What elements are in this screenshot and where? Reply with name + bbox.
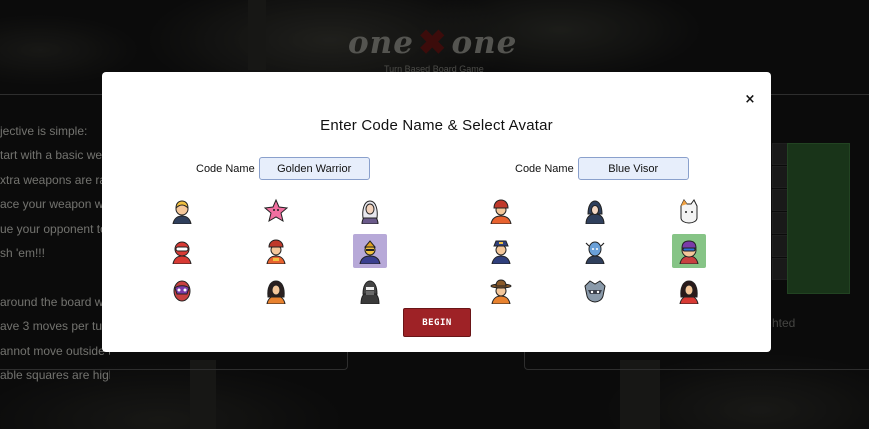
avatar-grid [484, 194, 715, 308]
white-cat-icon [680, 199, 698, 224]
firefighter-woman-icon [266, 239, 286, 264]
luchador-mask-icon [173, 280, 191, 302]
pilot-icon [491, 240, 511, 264]
red-helmet-icon [490, 199, 512, 224]
avatar-firefighter-woman[interactable] [259, 234, 293, 268]
avatar-cowboy[interactable] [484, 274, 518, 308]
avatar-raccoon[interactable] [578, 274, 612, 308]
avatar-luchador-mask[interactable] [165, 274, 199, 308]
white-hair-woman-icon [361, 200, 379, 224]
modal-title: Enter Code Name & Select Avatar [320, 117, 553, 134]
red-masked-hero-icon [172, 241, 192, 264]
avatar-dark-hooded[interactable] [578, 194, 612, 228]
raccoon-icon [584, 280, 606, 303]
avatar-red-masked-hero[interactable] [165, 234, 199, 268]
close-button[interactable]: × [742, 92, 758, 108]
avatar-pilot[interactable] [484, 234, 518, 268]
dark-hair-woman-icon [266, 280, 286, 304]
avatar-golden-warrior[interactable] [353, 234, 387, 268]
code-name-label: Code Name [515, 162, 574, 175]
red-hair-woman-icon [679, 280, 699, 304]
code-name-label: Code Name [196, 162, 255, 175]
avatar-blonde-man[interactable] [165, 194, 199, 228]
player-two-section: Code Name [481, 157, 715, 308]
avatar-starfish[interactable] [259, 194, 293, 228]
avatar-blue-alien[interactable] [578, 234, 612, 268]
player-two-code-input[interactable] [577, 157, 689, 180]
player-one-section: Code Name [162, 157, 396, 308]
code-name-row: Code Name [196, 157, 396, 180]
hooded-assassin-icon [360, 280, 380, 304]
player-one-code-input[interactable] [258, 157, 370, 180]
blonde-man-icon [172, 200, 192, 224]
code-name-row: Code Name [515, 157, 715, 180]
blue-alien-icon [585, 241, 605, 264]
begin-button[interactable]: BEGIN [403, 308, 471, 337]
avatar-white-hair-woman[interactable] [353, 194, 387, 228]
golden-warrior-icon [359, 240, 381, 264]
avatar-red-hair-woman[interactable] [672, 274, 706, 308]
avatar-white-cat[interactable] [672, 194, 706, 228]
avatar-blue-visor[interactable] [672, 234, 706, 268]
avatar-dark-hair-woman[interactable] [259, 274, 293, 308]
dark-hooded-icon [585, 200, 605, 224]
blue-visor-icon [679, 240, 699, 264]
avatar-red-helmet[interactable] [484, 194, 518, 228]
avatar-modal: × Enter Code Name & Select Avatar Code N… [102, 72, 771, 352]
avatar-hooded-assassin[interactable] [353, 274, 387, 308]
avatar-grid [165, 194, 396, 308]
cowboy-icon [490, 279, 512, 304]
starfish-icon [263, 198, 289, 223]
